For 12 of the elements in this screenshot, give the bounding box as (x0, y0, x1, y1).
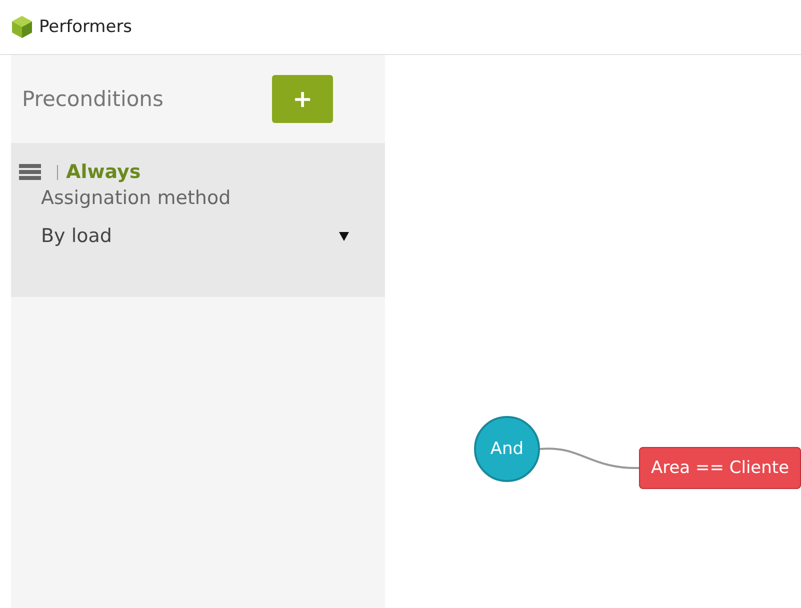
method-select[interactable]: By load (41, 225, 349, 247)
add-button[interactable]: + (272, 75, 333, 123)
precondition-name: Always (66, 161, 141, 183)
condition-node[interactable]: Area == Cliente (639, 447, 801, 489)
and-node[interactable]: And (474, 416, 540, 482)
caret-icon (339, 232, 349, 240)
field-label: Assignation method (41, 187, 232, 209)
sidebar-title: Preconditions (22, 87, 164, 111)
precondition-item[interactable]: Always Assignation method By load (11, 143, 385, 297)
list-icon (19, 164, 41, 180)
window-title: Performers (39, 17, 132, 37)
cube-logo-icon (11, 15, 33, 39)
